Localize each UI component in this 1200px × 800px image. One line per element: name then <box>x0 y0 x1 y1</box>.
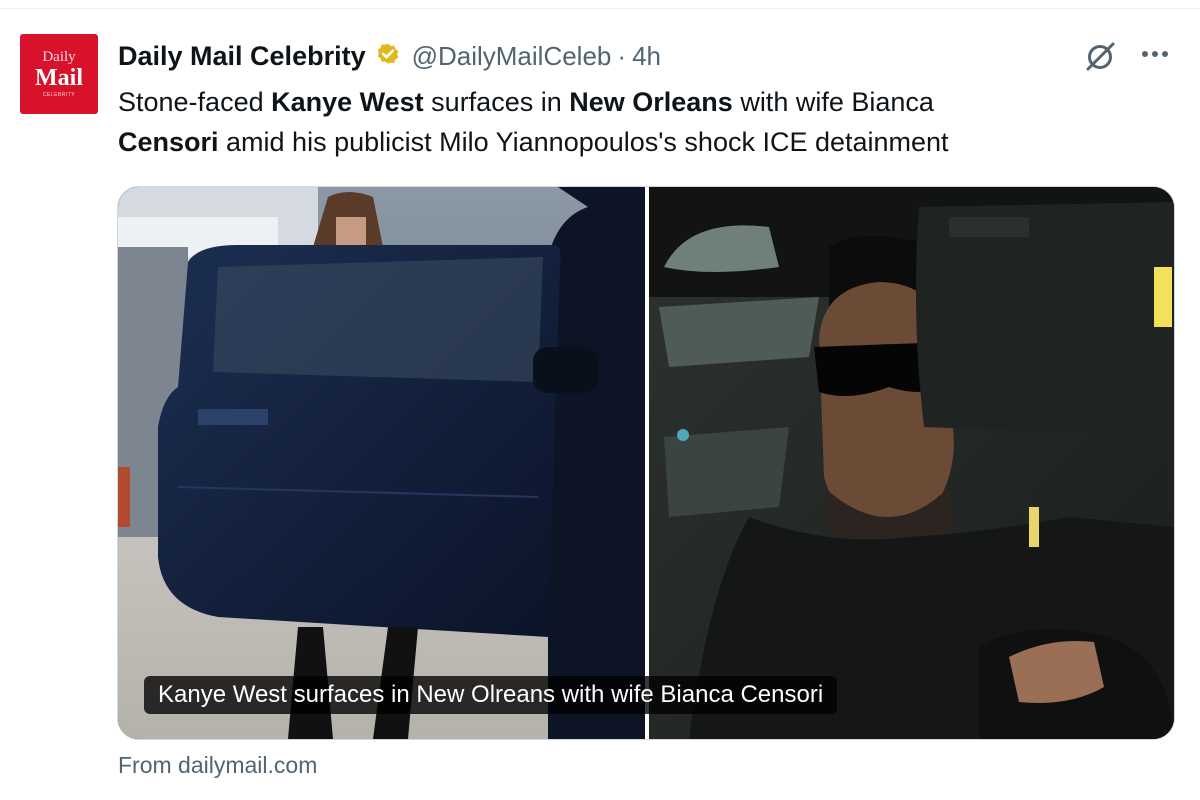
tweet-text: Stone-faced Kanye West surfaces in New O… <box>118 82 1118 162</box>
photo-car-door[interactable] <box>118 187 645 739</box>
tweet-text-bold: Kanye West <box>271 87 424 117</box>
more-icon[interactable] <box>1138 42 1172 66</box>
author-handle[interactable]: @DailyMailCeleb <box>412 41 612 72</box>
header-separator: · <box>617 40 627 71</box>
tweet-text-part: with wife Bianca <box>732 87 934 117</box>
tweet-text-part: surfaces in <box>423 87 570 117</box>
author-name[interactable]: Daily Mail Celebrity <box>118 41 366 72</box>
timestamp[interactable]: 4h <box>632 41 661 72</box>
verified-badge-icon[interactable] <box>374 42 402 70</box>
media-caption: Kanye West surfaces in New Olreans with … <box>144 676 838 714</box>
tweet-text-bold: Censori <box>118 127 219 157</box>
avatar-line1: Daily <box>42 49 76 65</box>
avatar[interactable]: Daily Mail CELEBRITY <box>20 34 98 114</box>
tweet-text-part: Stone-faced <box>118 87 272 117</box>
tweet-text-bold: New Orleans <box>569 87 733 117</box>
avatar-line3: CELEBRITY <box>42 92 76 98</box>
avatar-line2: Mail <box>35 65 83 91</box>
tweet[interactable]: Daily Mail CELEBRITY Daily Mail Celebrit… <box>0 0 1200 800</box>
photo-driver[interactable] <box>649 187 1174 739</box>
media-card[interactable]: Kanye West surfaces in New Olreans with … <box>117 186 1175 740</box>
link-source[interactable]: From dailymail.com <box>118 752 317 779</box>
tweet-header: Daily Mail Celebrity @DailyMailCeleb · 4… <box>118 38 661 74</box>
grok-icon[interactable] <box>1082 38 1118 74</box>
tweet-text-part: amid his publicist Milo Yiannopoulos's s… <box>218 127 949 157</box>
